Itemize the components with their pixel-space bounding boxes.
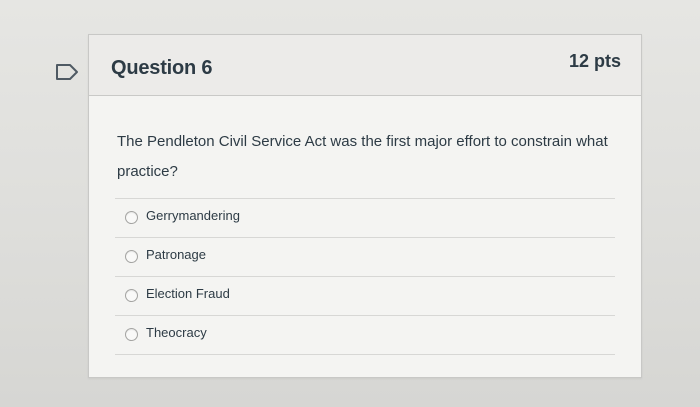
question-header: Question 6 12 pts: [89, 35, 641, 96]
radio-button-icon[interactable]: [125, 211, 138, 224]
question-title: Question 6: [111, 57, 213, 79]
answer-list: Gerrymandering Patronage Election Fraud …: [115, 198, 615, 355]
answer-option[interactable]: Patronage: [115, 237, 615, 276]
question-points: 12 pts: [568, 51, 621, 71]
question-card: Question 6 12 pts The Pendleton Civil Se…: [88, 34, 642, 378]
answer-label: Patronage: [146, 247, 206, 262]
answer-label: Gerrymandering: [146, 208, 240, 223]
answer-label: Election Fraud: [146, 286, 230, 301]
flag-icon: [56, 64, 78, 80]
answer-option[interactable]: Theocracy: [115, 315, 615, 355]
flag-question-button[interactable]: [55, 63, 81, 81]
question-text: The Pendleton Civil Service Act was the …: [117, 133, 608, 180]
answer-option[interactable]: Election Fraud: [115, 276, 615, 315]
answer-option[interactable]: Gerrymandering: [115, 198, 615, 237]
radio-button-icon[interactable]: [125, 250, 138, 263]
radio-button-icon[interactable]: [125, 289, 138, 302]
radio-button-icon[interactable]: [125, 328, 138, 341]
answer-label: Theocracy: [146, 325, 207, 340]
